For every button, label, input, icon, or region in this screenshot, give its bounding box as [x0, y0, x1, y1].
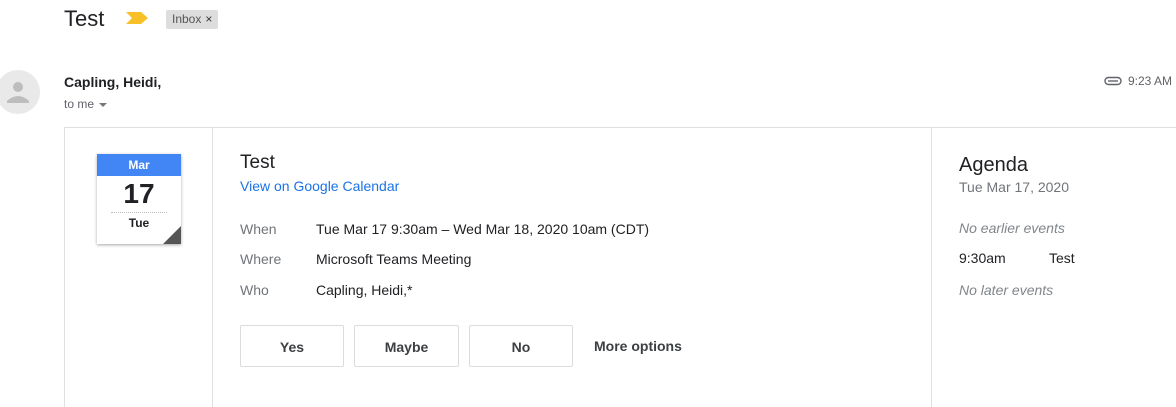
event-when-row: When Tue Mar 17 9:30am – Wed Mar 18, 2020…: [240, 221, 649, 237]
rsvp-maybe-button[interactable]: Maybe: [354, 325, 459, 367]
email-subject: Test: [64, 6, 105, 31]
avatar[interactable]: [0, 70, 40, 114]
who-label: Who: [240, 282, 269, 298]
recipients-text: to me: [64, 97, 95, 111]
inbox-label-text: Inbox: [172, 12, 202, 26]
calendar-date-icon: Mar 17 Tue: [97, 154, 181, 244]
message-time: 9:23 AM: [1127, 74, 1172, 88]
when-value: Tue Mar 17 9:30am – Wed Mar 18, 2020 10a…: [316, 221, 650, 237]
who-value: Capling, Heidi,*: [316, 282, 413, 298]
rsvp-no-button[interactable]: No: [469, 325, 573, 367]
agenda-date: Tue Mar 17, 2020: [959, 179, 1069, 195]
attachment-icon: [1104, 76, 1122, 86]
rsvp-yes-button[interactable]: Yes: [240, 325, 344, 367]
calendar-day: 17: [123, 178, 155, 209]
when-label: When: [240, 221, 277, 237]
view-on-calendar-link[interactable]: View on Google Calendar: [240, 178, 399, 194]
calendar-invite-card: Mar 17 Tue Test View on Google Calendar …: [64, 127, 1176, 407]
agenda-event-time: 9:30am: [959, 250, 1006, 266]
recipients-toggle[interactable]: to me: [64, 97, 108, 111]
chip-close-icon[interactable]: ×: [205, 12, 212, 26]
message-timestamp: 9:23 AM: [1104, 74, 1172, 88]
event-where-row: Where Microsoft Teams Meeting: [240, 251, 471, 267]
event-who-row: Who Capling, Heidi,*: [240, 282, 413, 298]
divider: [111, 212, 167, 213]
where-value: Microsoft Teams Meeting: [316, 251, 472, 267]
more-options-button[interactable]: More options: [594, 325, 682, 367]
inbox-label-chip[interactable]: Inbox ×: [166, 10, 219, 29]
page-fold-icon: [163, 226, 181, 244]
dropdown-caret-icon: [99, 102, 108, 107]
agenda-event[interactable]: 9:30am Test: [959, 250, 1075, 266]
sender-name[interactable]: Capling, Heidi,: [64, 74, 161, 90]
no-later-events: No later events: [959, 282, 1054, 298]
agenda-title: Agenda: [959, 154, 1028, 176]
agenda-event-title: Test: [1049, 250, 1075, 266]
no-earlier-events: No earlier events: [959, 220, 1065, 236]
importance-marker-icon[interactable]: [126, 12, 148, 24]
divider: [931, 128, 932, 407]
event-title: Test: [240, 152, 275, 173]
avatar-icon: [7, 82, 29, 103]
calendar-month: Mar: [97, 154, 181, 176]
where-label: Where: [240, 251, 282, 267]
divider: [212, 128, 213, 407]
